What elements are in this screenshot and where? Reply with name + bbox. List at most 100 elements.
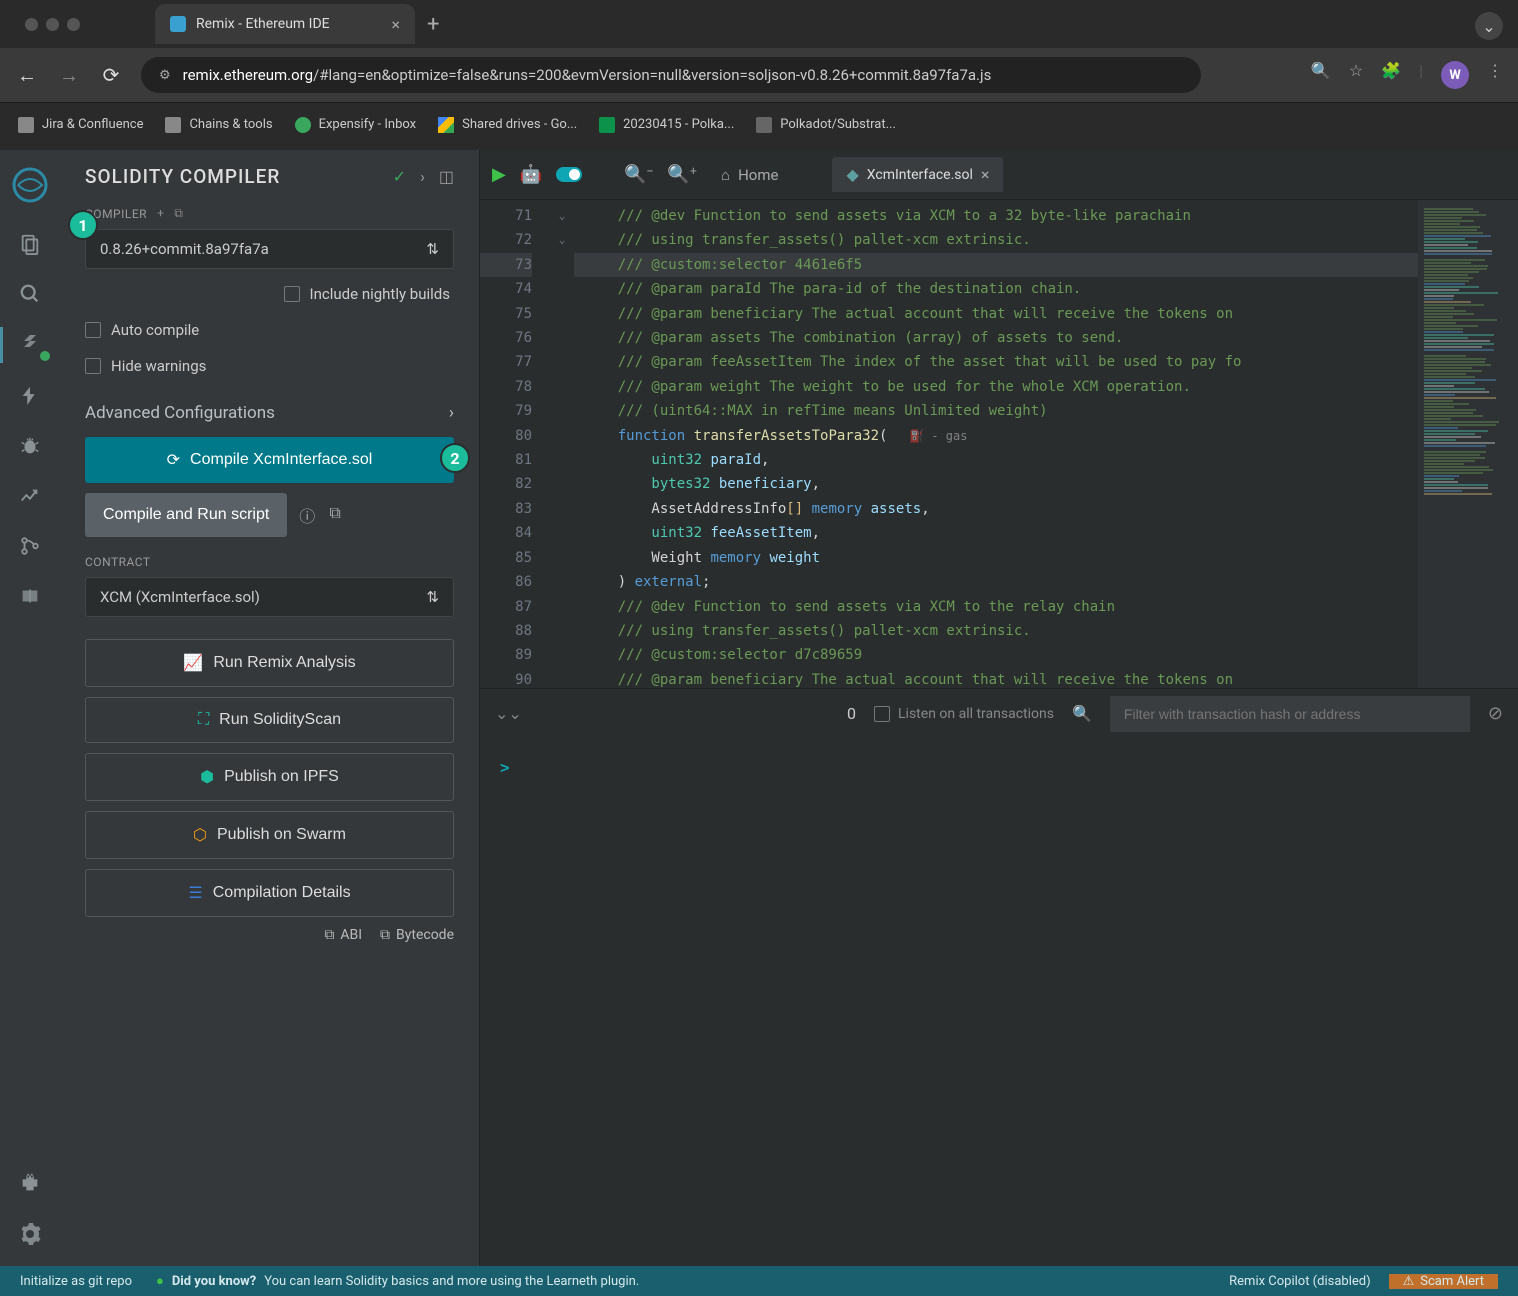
address-bar[interactable]: ⚙ remix.ethereum.org/#lang=en&optimize=f… xyxy=(141,57,1201,93)
chevron-right-icon[interactable]: › xyxy=(420,167,425,186)
toggle-switch[interactable] xyxy=(556,167,582,182)
hide-warnings-checkbox[interactable]: Hide warnings xyxy=(85,353,454,379)
bookmark-polkadot[interactable]: Polkadot/Substrat... xyxy=(756,117,896,133)
scan-icon: ⛶ xyxy=(198,711,209,729)
bookmarks-bar: Jira & Confluence Chains & tools Expensi… xyxy=(0,102,1518,146)
terminal-body[interactable]: > xyxy=(480,738,1518,1266)
analytics-icon[interactable] xyxy=(0,485,60,507)
compiler-version-select[interactable]: 0.8.26+commit.8a97fa7a ⇅ xyxy=(85,229,454,269)
new-tab-button[interactable]: + xyxy=(427,12,439,37)
browser-menu-icon[interactable]: ⋮ xyxy=(1487,61,1503,89)
terminal-clear-icon[interactable]: ⊘ xyxy=(1488,703,1503,724)
file-explorer-icon[interactable] xyxy=(0,233,60,255)
maximize-window-icon[interactable] xyxy=(67,18,80,31)
contract-label: CONTRACT xyxy=(85,555,151,569)
editor-area: ▶ 🤖 🔍⁻ 🔍⁺ ⌂ Home ◆ XcmInterface.sol × 71… xyxy=(480,150,1518,1266)
zoom-out-icon[interactable]: 🔍⁻ xyxy=(624,164,653,185)
panel-title: SOLIDITY COMPILER xyxy=(85,165,393,188)
tab-title: Remix - Ethereum IDE xyxy=(196,16,381,32)
contract-select[interactable]: XCM (XcmInterface.sol) ⇅ xyxy=(85,577,454,617)
site-settings-icon[interactable]: ⚙ xyxy=(159,68,171,83)
deploy-run-icon[interactable] xyxy=(0,385,60,407)
fold-column[interactable]: ⌄⌄ xyxy=(550,200,574,688)
copy-icon[interactable]: ⧉ xyxy=(329,503,340,527)
status-bar: Initialize as git repo ● Did you know? Y… xyxy=(0,1266,1518,1296)
run-icon[interactable]: ▶ xyxy=(492,164,506,185)
back-button[interactable]: ← xyxy=(15,63,39,88)
select-arrows-icon: ⇅ xyxy=(426,240,439,258)
select-arrows-icon: ⇅ xyxy=(426,588,439,606)
swarm-icon: ⬡ xyxy=(193,825,207,845)
tabs-dropdown-button[interactable]: ⌄ xyxy=(1475,12,1503,40)
tab-bar: Remix - Ethereum IDE × + ⌄ xyxy=(0,0,1518,48)
solidity-file-icon: ◆ xyxy=(846,165,858,184)
forward-button[interactable]: → xyxy=(57,63,81,88)
publish-swarm-button[interactable]: ⬡ Publish on Swarm xyxy=(85,811,454,859)
learneth-icon[interactable] xyxy=(0,585,60,607)
profile-avatar[interactable]: W xyxy=(1441,61,1469,89)
advanced-config-toggle[interactable]: Advanced Configurations › xyxy=(85,389,454,437)
terminal-prompt: > xyxy=(500,758,510,777)
tx-filter-input[interactable] xyxy=(1110,696,1470,732)
listen-all-tx-checkbox[interactable]: Listen on all transactions xyxy=(874,706,1054,722)
minimize-window-icon[interactable] xyxy=(46,18,59,31)
compiled-success-badge-icon xyxy=(38,349,52,363)
settings-icon[interactable] xyxy=(18,1222,42,1246)
plugin-manager-icon[interactable] xyxy=(18,1172,42,1194)
compilation-details-button[interactable]: ☰ Compilation Details xyxy=(85,869,454,917)
compile-and-run-button[interactable]: Compile and Run script xyxy=(85,493,287,537)
include-nightly-checkbox[interactable]: Include nightly builds xyxy=(85,281,454,307)
bookmark-expensify[interactable]: Expensify - Inbox xyxy=(295,117,417,133)
extensions-icon[interactable]: 🧩 xyxy=(1381,61,1401,89)
copilot-status[interactable]: Remix Copilot (disabled) xyxy=(1229,1274,1388,1289)
link-compiler-icon[interactable]: ⧉ xyxy=(174,206,183,221)
close-window-icon[interactable] xyxy=(25,18,38,31)
bookmark-star-icon[interactable]: ☆ xyxy=(1349,61,1363,89)
bookmark-drive[interactable]: Shared drives - Go... xyxy=(438,117,577,133)
annotation-badge-1: 1 xyxy=(68,210,98,240)
solidity-compiler-icon[interactable] xyxy=(0,333,60,357)
compile-button[interactable]: ⟳ Compile XcmInterface.sol xyxy=(85,437,454,483)
run-solidityscan-button[interactable]: ⛶ Run SolidityScan xyxy=(85,697,454,743)
bookmark-sheet[interactable]: 20230415 - Polka... xyxy=(599,117,734,133)
publish-ipfs-button[interactable]: ⬢ Publish on IPFS xyxy=(85,753,454,801)
zoom-icon[interactable]: 🔍 xyxy=(1311,61,1331,89)
initialize-git-button[interactable]: Initialize as git repo xyxy=(20,1274,132,1289)
url-bar: ← → ⟳ ⚙ remix.ethereum.org/#lang=en&opti… xyxy=(0,48,1518,102)
chevron-right-icon: › xyxy=(449,403,454,423)
tx-count: 0 xyxy=(847,704,856,723)
browser-chrome: Remix - Ethereum IDE × + ⌄ ← → ⟳ ⚙ remix… xyxy=(0,0,1518,150)
terminal-search-icon[interactable]: 🔍 xyxy=(1072,704,1092,723)
close-tab-icon[interactable]: × xyxy=(391,15,400,34)
search-icon[interactable] xyxy=(0,283,60,305)
add-compiler-icon[interactable]: + xyxy=(157,206,164,221)
robot-icon[interactable]: 🤖 xyxy=(520,164,542,185)
home-tab[interactable]: ⌂ Home xyxy=(721,166,778,184)
zoom-in-icon[interactable]: 🔍⁺ xyxy=(667,164,697,185)
code-editor[interactable]: 7172737475767778798081828384858687888990… xyxy=(480,200,1518,688)
terminal-expand-icon[interactable]: ⌄⌄ xyxy=(495,704,522,723)
bookmark-jira[interactable]: Jira & Confluence xyxy=(18,117,143,133)
editor-toolbar: ▶ 🤖 🔍⁻ 🔍⁺ ⌂ Home ◆ XcmInterface.sol × xyxy=(480,150,1518,200)
run-remix-analysis-button[interactable]: 📈 Run Remix Analysis xyxy=(85,639,454,687)
minimap[interactable] xyxy=(1418,200,1518,688)
reload-button[interactable]: ⟳ xyxy=(99,63,123,87)
editor-file-tab[interactable]: ◆ XcmInterface.sol × xyxy=(832,157,1003,192)
copy-bytecode-button[interactable]: ⧉ Bytecode xyxy=(380,927,454,943)
ipfs-icon: ⬢ xyxy=(200,767,214,787)
auto-compile-checkbox[interactable]: Auto compile xyxy=(85,317,454,343)
info-icon[interactable]: ⓘ xyxy=(299,503,315,527)
remix-logo-icon[interactable] xyxy=(10,165,50,205)
bookmark-chains[interactable]: Chains & tools xyxy=(165,117,272,133)
close-file-tab-icon[interactable]: × xyxy=(981,165,990,184)
copy-abi-button[interactable]: ⧉ ABI xyxy=(324,927,362,943)
panel-layout-icon[interactable]: ◫ xyxy=(439,167,454,186)
git-icon[interactable] xyxy=(0,535,60,557)
remix-app: 1 SOLIDITY COMPILER ✓ › ◫ COMPILER + ⧉ 0… xyxy=(0,150,1518,1266)
scam-alert-button[interactable]: ⚠ Scam Alert xyxy=(1389,1274,1498,1289)
browser-tab[interactable]: Remix - Ethereum IDE × xyxy=(155,4,415,44)
code-body[interactable]: /// @dev Function to send assets via XCM… xyxy=(574,200,1418,688)
window-controls[interactable] xyxy=(10,18,95,31)
compiler-panel: SOLIDITY COMPILER ✓ › ◫ COMPILER + ⧉ 0.8… xyxy=(60,150,480,1266)
debugger-icon[interactable] xyxy=(0,435,60,457)
